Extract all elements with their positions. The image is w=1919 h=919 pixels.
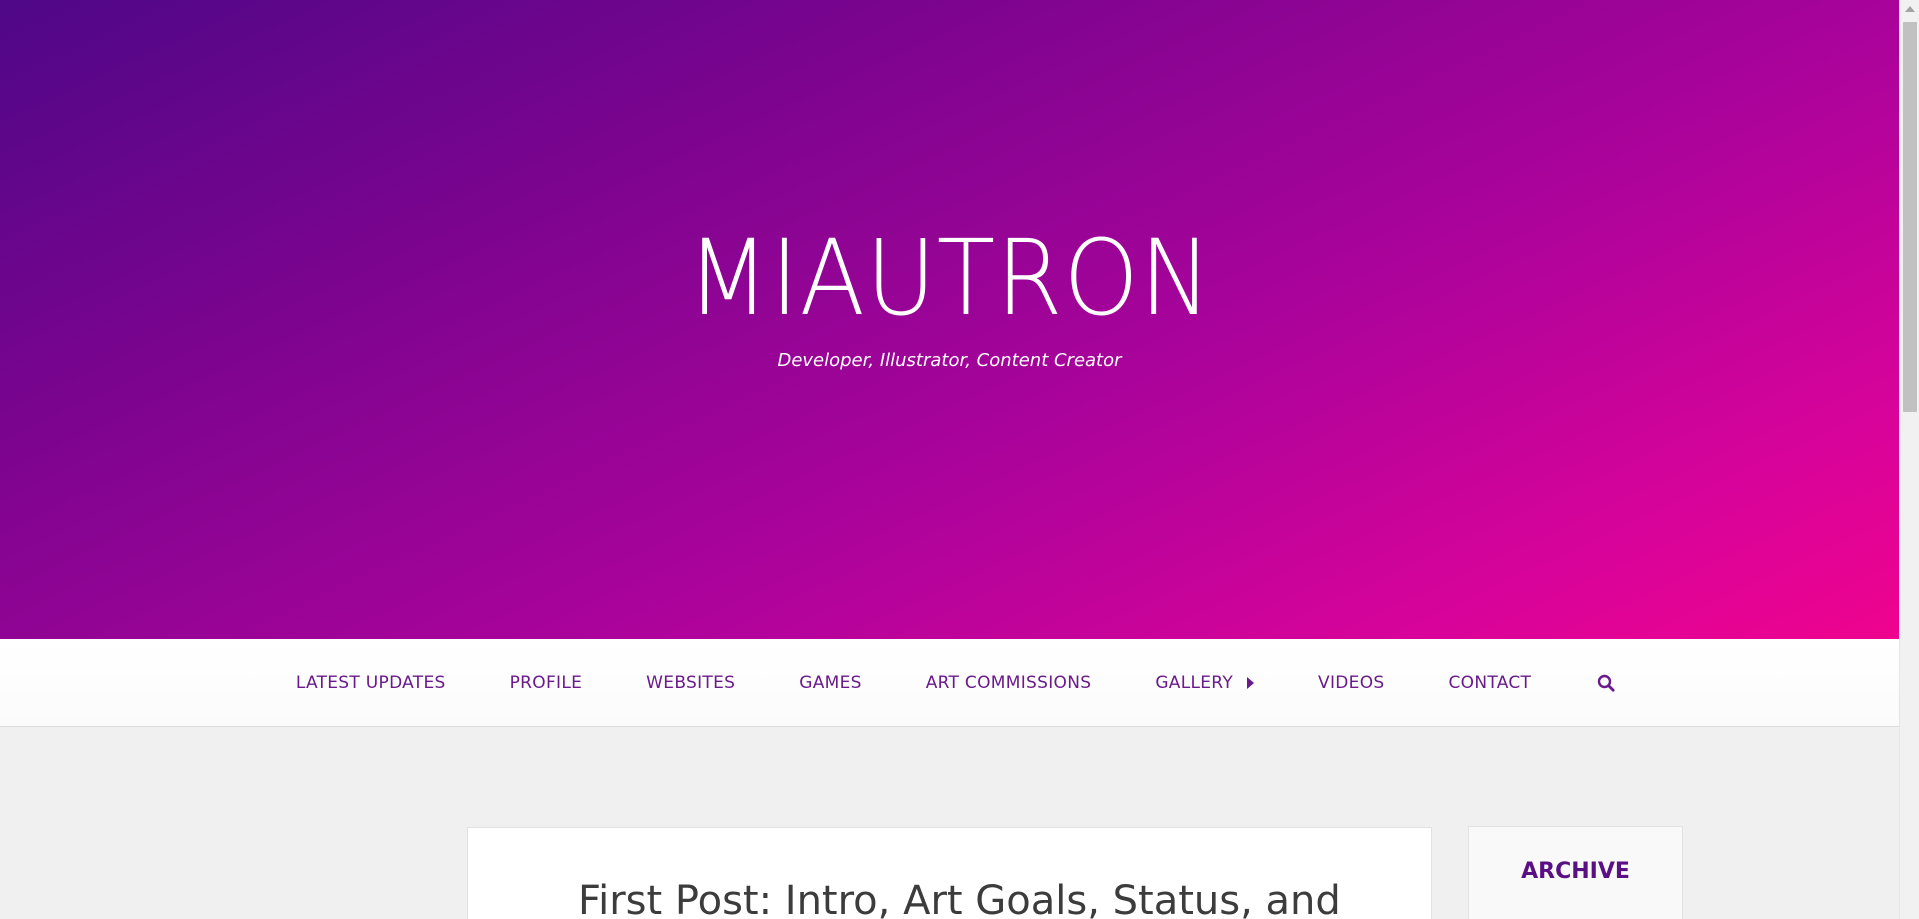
nav-item-games[interactable]: GAMES xyxy=(799,673,862,693)
nav-item-label: CONTACT xyxy=(1448,672,1532,693)
nav-item-latest-updates[interactable]: LATEST UPDATES xyxy=(296,673,446,693)
nav-item-label: VIDEOS xyxy=(1318,672,1385,693)
archive-title: ARCHIVE xyxy=(1521,859,1630,884)
post-card: First Post: Intro, Art Goals, Status, an… xyxy=(467,827,1432,919)
nav-item-contact[interactable]: CONTACT xyxy=(1448,673,1531,693)
nav-item-art-commissions[interactable]: ART COMMISSIONS xyxy=(926,673,1092,693)
site-tagline: Developer, Illustrator, Content Creator xyxy=(777,350,1122,371)
nav-item-websites[interactable]: WEBSITES xyxy=(646,673,735,693)
nav-item-label: PROFILE xyxy=(509,672,583,693)
nav-item-label: WEBSITES xyxy=(646,672,736,693)
scrollbar-thumb[interactable] xyxy=(1903,22,1917,412)
sidebar-archive-widget: ARCHIVE xyxy=(1468,826,1683,919)
scroll-up-arrow-icon[interactable] xyxy=(1905,6,1915,12)
nav-item-videos[interactable]: VIDEOS xyxy=(1318,673,1384,693)
caret-right-icon[interactable] xyxy=(1247,676,1255,689)
site-title[interactable]: MIAUTRON xyxy=(687,226,1212,330)
page: MIAUTRON Developer, Illustrator, Content… xyxy=(0,0,1919,919)
nav-item-profile[interactable]: PROFILE xyxy=(510,673,583,693)
search-icon[interactable] xyxy=(1595,672,1617,694)
nav-item-label: GAMES xyxy=(799,672,862,693)
nav-item-gallery[interactable]: GALLERY xyxy=(1155,672,1255,693)
post-title[interactable]: First Post: Intro, Art Goals, Status, an… xyxy=(578,878,1341,919)
nav-item-label: GALLERY xyxy=(1155,672,1234,693)
main-navigation: LATEST UPDATES PROFILE WEBSITES GAMES AR… xyxy=(0,639,1899,727)
nav-item-label: LATEST UPDATES xyxy=(295,672,446,693)
site-header: MIAUTRON Developer, Illustrator, Content… xyxy=(0,0,1899,639)
vertical-scrollbar[interactable] xyxy=(1899,0,1919,919)
nav-item-label: ART COMMISSIONS xyxy=(925,672,1092,693)
